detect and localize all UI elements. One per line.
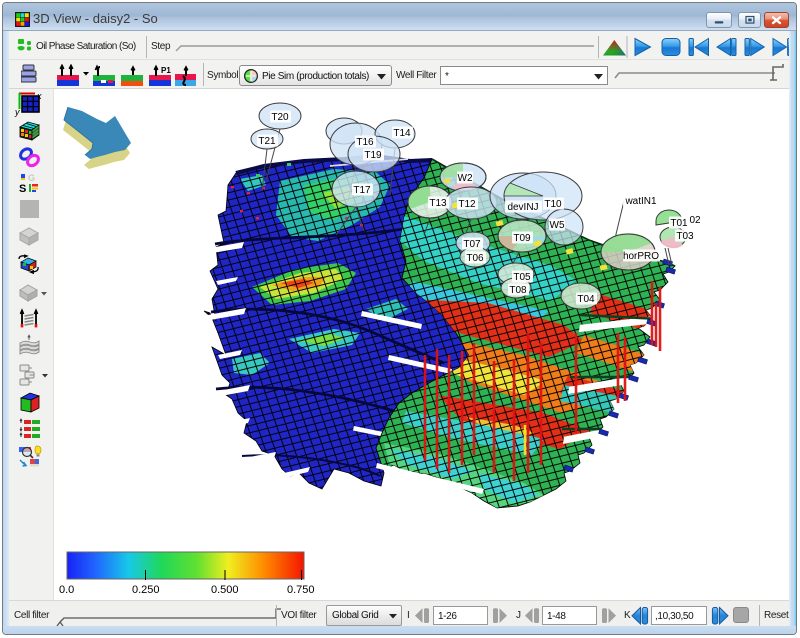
svg-text:devINJ: devINJ xyxy=(507,202,538,213)
svg-text:T03: T03 xyxy=(676,231,694,242)
svg-text:T13: T13 xyxy=(429,198,447,209)
svg-text:T01: T01 xyxy=(670,218,688,229)
svg-text:W5: W5 xyxy=(550,220,565,231)
svg-text:T04: T04 xyxy=(577,294,595,305)
svg-text:T21: T21 xyxy=(258,136,276,147)
svg-text:T09: T09 xyxy=(513,233,531,244)
svg-text:T17: T17 xyxy=(353,185,371,196)
svg-text:G: G xyxy=(28,173,35,183)
svg-text:T16: T16 xyxy=(356,137,374,148)
svg-text:T06: T06 xyxy=(466,253,484,264)
svg-text:T05: T05 xyxy=(513,272,531,283)
svg-text:horPRO: horPRO xyxy=(623,251,659,262)
svg-text:0.0: 0.0 xyxy=(59,584,74,596)
svg-text:W2: W2 xyxy=(458,173,473,184)
svg-text:T19: T19 xyxy=(364,150,382,161)
svg-text:P1: P1 xyxy=(161,66,171,75)
svg-text:y: y xyxy=(14,107,20,117)
svg-text:0.500: 0.500 xyxy=(211,584,239,596)
svg-text:T10: T10 xyxy=(544,199,562,210)
svg-text:0.250: 0.250 xyxy=(132,584,160,596)
svg-text:watIN1: watIN1 xyxy=(624,196,657,207)
svg-text:T07: T07 xyxy=(463,239,481,250)
svg-text:T14: T14 xyxy=(393,128,411,139)
svg-text:02: 02 xyxy=(689,215,701,226)
svg-text:T20: T20 xyxy=(271,112,289,123)
svg-text:0.750: 0.750 xyxy=(287,584,315,596)
svg-text:T12: T12 xyxy=(458,199,476,210)
svg-text:S: S xyxy=(19,183,26,195)
svg-text:T08: T08 xyxy=(509,285,527,296)
